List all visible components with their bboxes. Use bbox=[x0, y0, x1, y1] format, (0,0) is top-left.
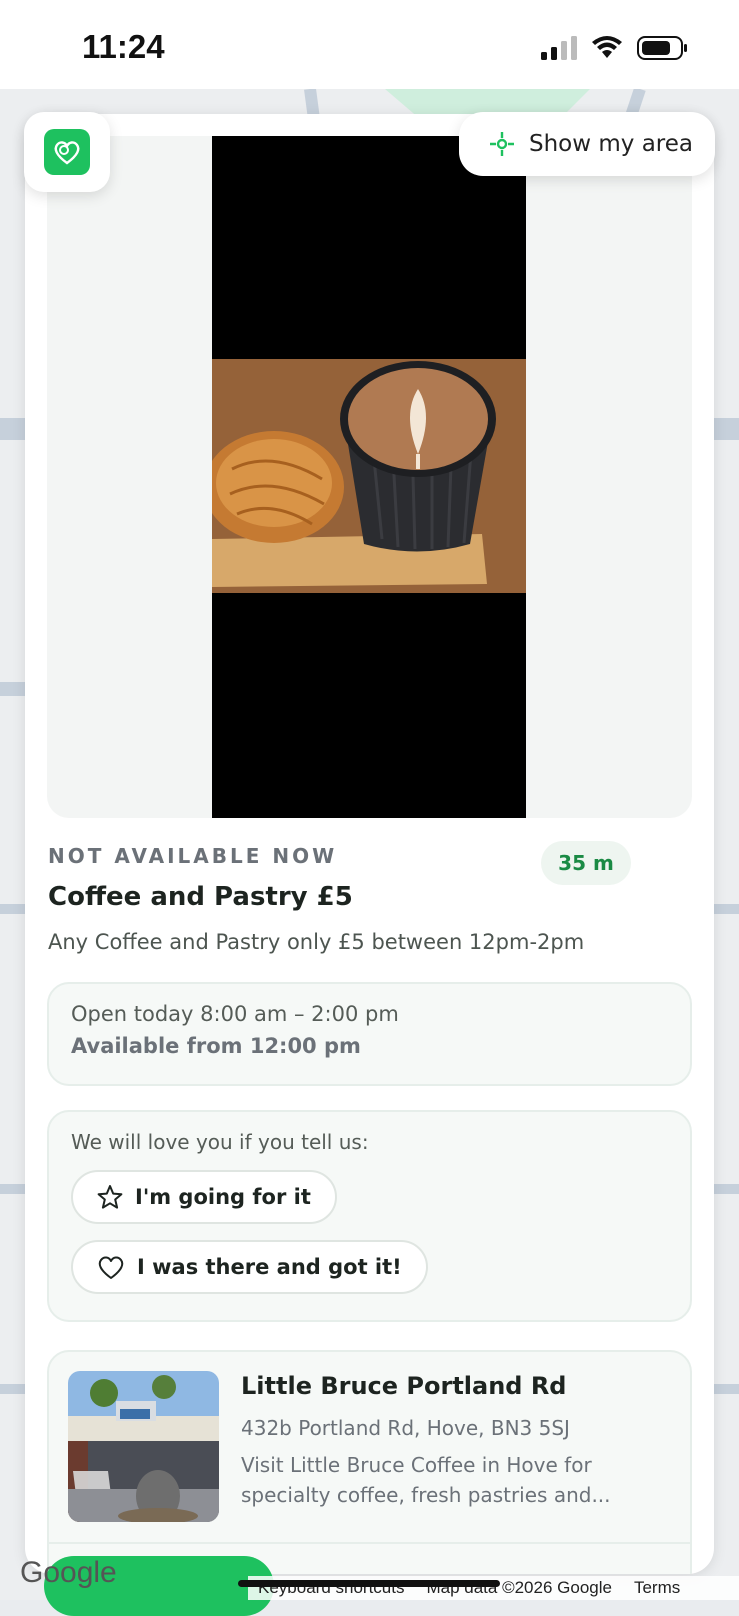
venue-address: 432b Portland Rd, Hove, BN3 5SJ bbox=[241, 1416, 570, 1440]
opening-hours-panel: Open today 8:00 am – 2:00 pm Available f… bbox=[47, 982, 692, 1086]
home-indicator bbox=[238, 1580, 500, 1587]
cellular-signal-icon bbox=[541, 36, 577, 60]
venue-card[interactable]: Little Bruce Portland Rd 432b Portland R… bbox=[47, 1350, 692, 1574]
distance-badge: 35 m bbox=[541, 841, 631, 885]
offer-description: Any Coffee and Pastry only £5 between 12… bbox=[48, 930, 585, 954]
offer-video[interactable] bbox=[212, 136, 526, 818]
venue-description: Visit Little Bruce Coffee in Hove for sp… bbox=[241, 1453, 611, 1507]
feedback-panel: We will love you if you tell us: I'm goi… bbox=[47, 1110, 692, 1322]
status-bar: 11:24 bbox=[0, 0, 739, 89]
offer-card: NOT AVAILABLE NOW 35 m Coffee and Pastry… bbox=[25, 114, 714, 1574]
got-it-label: I was there and got it! bbox=[137, 1255, 402, 1279]
venue-photo bbox=[68, 1371, 219, 1522]
app-logo bbox=[44, 129, 90, 175]
available-from: Available from 12:00 pm bbox=[71, 1034, 361, 1058]
battery-icon bbox=[637, 36, 687, 60]
feedback-prompt: We will love you if you tell us: bbox=[71, 1130, 369, 1154]
going-for-it-button[interactable]: I'm going for it bbox=[71, 1170, 337, 1224]
locate-icon bbox=[490, 132, 514, 156]
status-icons bbox=[541, 36, 689, 60]
heart-icon bbox=[98, 1256, 124, 1279]
star-icon bbox=[97, 1185, 123, 1209]
got-it-button[interactable]: I was there and got it! bbox=[71, 1240, 428, 1294]
going-for-it-label: I'm going for it bbox=[135, 1185, 311, 1209]
wifi-icon bbox=[592, 36, 622, 58]
terms-link[interactable]: Terms bbox=[634, 1578, 680, 1598]
google-logo: Google bbox=[20, 1556, 117, 1589]
offer-media[interactable] bbox=[47, 136, 692, 818]
show-my-area-label: Show my area bbox=[529, 131, 693, 157]
show-my-area-button[interactable]: Show my area bbox=[459, 112, 715, 176]
status-time: 11:24 bbox=[82, 28, 165, 65]
offer-title: Coffee and Pastry £5 bbox=[48, 882, 353, 912]
coffee-pastry-photo bbox=[212, 359, 526, 593]
app-logo-button[interactable] bbox=[24, 112, 110, 192]
heart-logo-icon bbox=[54, 141, 80, 165]
availability-status: NOT AVAILABLE NOW bbox=[48, 844, 338, 868]
venue-name: Little Bruce Portland Rd bbox=[241, 1372, 567, 1400]
venue-divider bbox=[49, 1542, 690, 1544]
opening-hours: Open today 8:00 am – 2:00 pm bbox=[71, 1002, 399, 1026]
